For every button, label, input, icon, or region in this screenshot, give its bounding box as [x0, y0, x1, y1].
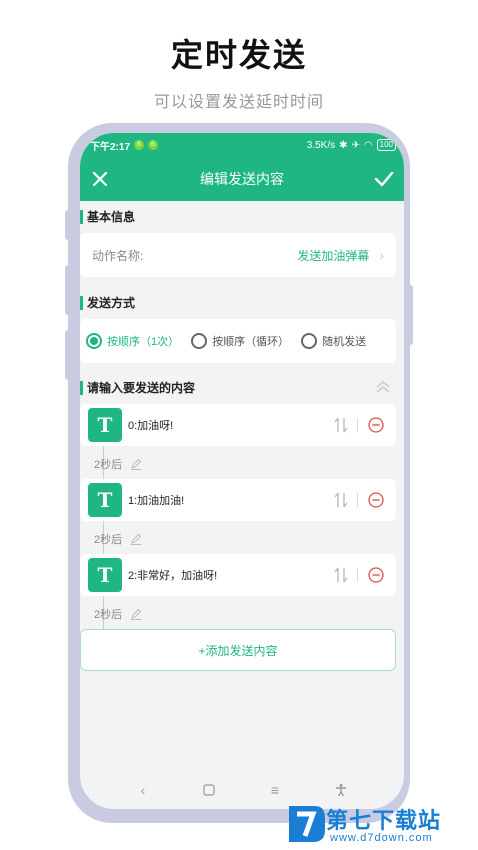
wifi-icon: ◠	[363, 139, 373, 151]
battery-icon: 100	[376, 139, 396, 151]
check-icon[interactable]	[372, 167, 396, 191]
phone-side-button	[65, 265, 71, 315]
delay-row[interactable]: 2秒后	[94, 606, 142, 622]
pencil-icon[interactable]	[130, 533, 142, 545]
hero-subtitle: 可以设置发送延时时间	[153, 94, 324, 111]
watermark-name: 第七下载站	[326, 808, 442, 833]
status-right: 3.5K/s ✱ ✈ ◠ 100	[307, 139, 396, 151]
home-icon[interactable]	[202, 783, 216, 797]
radio-random[interactable]: 随机发送	[301, 333, 366, 349]
close-icon[interactable]	[88, 167, 112, 191]
text-type-icon: T	[88, 408, 122, 442]
text-type-icon: T	[88, 483, 122, 517]
notification-icon: B	[148, 140, 159, 150]
delay-row[interactable]: 2秒后	[94, 531, 142, 547]
section-basic-title: 基本信息	[80, 210, 135, 224]
section-mode-title: 发送方式	[80, 296, 135, 310]
divider	[357, 568, 358, 582]
radio-label: 按顺序（1次）	[107, 336, 180, 348]
radio-sequential-once[interactable]: 按顺序（1次）	[86, 333, 179, 349]
phone-side-button	[65, 330, 71, 380]
action-name-label: 动作名称:	[92, 248, 144, 263]
pencil-icon[interactable]	[130, 608, 142, 620]
section-content-title: 请输入要发送的内容	[80, 381, 195, 395]
phone-side-button	[65, 210, 71, 240]
chevron-right-icon: ›	[379, 247, 384, 263]
divider	[357, 493, 358, 507]
app-bar: 编辑发送内容	[80, 157, 404, 201]
phone-side-button	[407, 285, 413, 345]
radio-unchecked-icon	[301, 333, 318, 349]
message-item[interactable]: T 0:加油呀!	[80, 404, 396, 446]
hero-title: 定时发送	[170, 37, 307, 73]
status-bar: 下午2:17 B B 3.5K/s ✱ ✈ ◠ 100	[80, 133, 404, 157]
send-mode-row: 按顺序（1次） 按顺序（循环） 随机发送	[80, 319, 396, 363]
sort-icon[interactable]	[333, 491, 349, 509]
divider	[357, 418, 358, 432]
delay-text: 2秒后	[94, 534, 123, 546]
radio-checked-icon	[86, 333, 102, 349]
radio-unchecked-icon	[191, 333, 208, 349]
radio-label: 随机发送	[322, 336, 367, 348]
delay-text: 2秒后	[94, 459, 123, 471]
page-title: 编辑发送内容	[200, 171, 284, 187]
add-content-button[interactable]: +添加发送内容	[80, 629, 396, 671]
message-text: 0:加油呀!	[128, 420, 174, 432]
watermark-url: www.d7down.com	[330, 832, 433, 844]
bluetooth-icon: ✱	[339, 139, 348, 151]
message-item[interactable]: T 1:加油加油!	[80, 479, 396, 521]
sort-icon[interactable]	[333, 566, 349, 584]
notification-icon: B	[134, 140, 145, 150]
accessibility-icon[interactable]	[334, 783, 348, 797]
message-text: 1:加油加油!	[128, 495, 185, 507]
delay-text: 2秒后	[94, 609, 123, 621]
delay-row[interactable]: 2秒后	[94, 456, 142, 472]
status-time: 下午2:17	[90, 141, 131, 153]
collapse-up-icon[interactable]	[374, 378, 392, 396]
network-speed: 3.5K/s	[306, 139, 336, 151]
remove-icon[interactable]	[368, 417, 384, 433]
radio-sequential-loop[interactable]: 按顺序（循环）	[191, 333, 289, 349]
action-name-row[interactable]: 动作名称: 发送加油弹幕 ›	[80, 233, 396, 277]
airplane-icon: ✈	[351, 139, 360, 151]
radio-label: 按顺序（循环）	[212, 336, 290, 348]
menu-icon[interactable]: ≡	[268, 782, 282, 798]
action-name-value: 发送加油弹幕	[297, 248, 370, 263]
text-type-icon: T	[88, 558, 122, 592]
remove-icon[interactable]	[368, 567, 384, 583]
sort-icon[interactable]	[333, 416, 349, 434]
message-item[interactable]: T 2:非常好，加油呀!	[80, 554, 396, 596]
pencil-icon[interactable]	[130, 458, 142, 470]
remove-icon[interactable]	[368, 492, 384, 508]
phone-screen: 下午2:17 B B 3.5K/s ✱ ✈ ◠ 100 编辑发送内容 基本信息 …	[80, 133, 404, 809]
back-icon[interactable]: ‹	[136, 782, 150, 798]
message-text: 2:非常好，加油呀!	[128, 570, 218, 582]
